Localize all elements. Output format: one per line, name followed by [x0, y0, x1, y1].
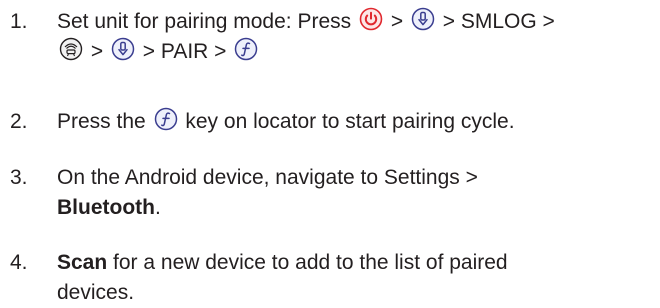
step-text: Press the key on locator to start pairin… [57, 107, 657, 137]
sonde-mode-icon [59, 37, 83, 61]
function-key-icon [234, 37, 258, 61]
step-text-segment: Press the [57, 110, 152, 133]
step-text-segment: > [85, 40, 109, 63]
step-3-line-2: Bluetooth. [57, 193, 657, 223]
step-number: 3. [10, 166, 28, 189]
step-text: On the Android device, navigate to Setti… [57, 163, 657, 223]
step-text: Set unit for pairing mode: Press > > SML… [57, 7, 657, 67]
step-text: Scan for a new device to add to the list… [57, 248, 657, 308]
step-text-segment: > [384, 10, 409, 33]
scan-term: Scan [57, 251, 108, 274]
step-text-segment: > [436, 10, 461, 33]
function-key-icon [154, 107, 178, 131]
step-2-line-1: Press the key on locator to start pairin… [57, 107, 657, 137]
step-text-segment: for a new device to add to the list of p… [107, 251, 508, 274]
step-text-segment: . [154, 196, 161, 219]
step-text-segment: key on locator to start pairing cycle. [179, 110, 515, 133]
step-number: 2. [10, 110, 28, 133]
power-icon [359, 7, 383, 31]
step-text-segment: > PAIR > [136, 40, 233, 63]
step-number: 4. [10, 251, 28, 274]
step-text-segment: Set unit for pairing mode: Press [57, 10, 357, 33]
down-arrow-key-icon [411, 7, 435, 31]
step-4-line-2: devices. [57, 281, 135, 304]
step-1-line-2: > > PAIR > [57, 37, 657, 67]
step-number: 1. [10, 10, 28, 33]
step-3-line-1: On the Android device, navigate to Setti… [57, 166, 478, 189]
step-text-segment: SMLOG > [460, 10, 555, 33]
down-arrow-key-icon [111, 37, 135, 61]
bluetooth-term: Bluetooth [57, 196, 155, 219]
step-1-line-1: Set unit for pairing mode: Press > > SML… [57, 7, 657, 37]
step-4-line-1: Scan for a new device to add to the list… [57, 248, 657, 278]
